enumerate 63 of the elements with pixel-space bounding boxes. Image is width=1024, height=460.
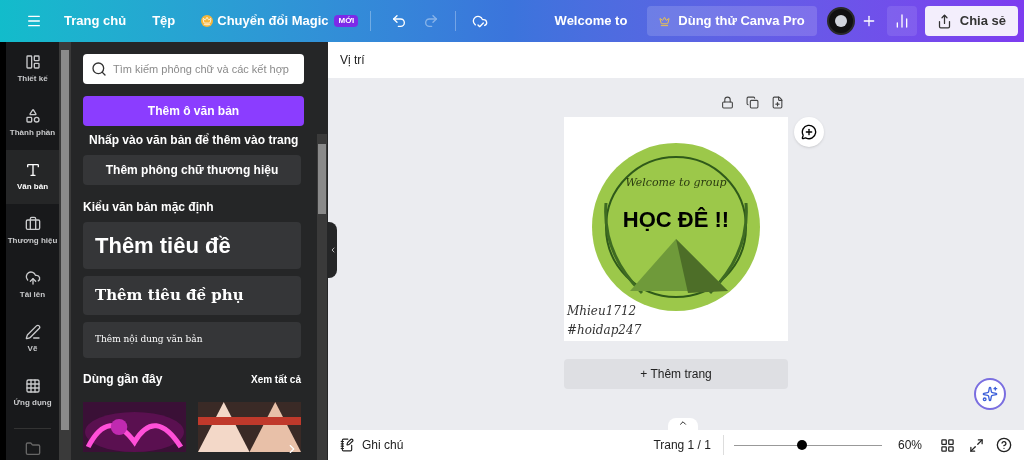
search-field[interactable]: Tìm kiếm phông chữ và các kết hợp — [83, 54, 304, 84]
rail-tab[interactable]: Văn bản — [6, 150, 59, 204]
fullscreen-icon[interactable] — [969, 437, 984, 453]
rail-tab[interactable]: Thiết kế — [6, 42, 59, 96]
instruction-text: Nhấp vào văn bản để thêm vào trang — [89, 132, 300, 149]
crown-icon — [659, 15, 671, 27]
grid-icon — [24, 377, 41, 394]
position-button[interactable]: Vị trí — [340, 51, 365, 69]
section-title: Kiểu văn bản mặc định — [83, 199, 215, 216]
undo-icon[interactable] — [391, 13, 408, 29]
text-style-option[interactable]: Thêm nội dung văn bản — [83, 322, 301, 358]
section-title: Dùng gần đây — [83, 371, 163, 388]
add-page-button[interactable]: + Thêm trang — [564, 359, 788, 389]
add-page-icon[interactable] — [771, 96, 784, 109]
upload-icon — [24, 269, 41, 286]
notes-button[interactable]: Ghi chú — [340, 436, 404, 454]
rail-tab[interactable]: Vẽ — [6, 312, 59, 366]
avatar[interactable] — [826, 7, 855, 35]
rail-tab[interactable]: Thành phần — [6, 96, 59, 150]
crown-icon — [201, 15, 214, 27]
share-button[interactable]: Chia sẻ — [924, 6, 1018, 36]
zoom-reading: 60% — [897, 437, 922, 454]
zoom-slider[interactable] — [733, 439, 882, 451]
credit-text: #hoidap247 — [567, 322, 642, 339]
notes-icon — [340, 438, 354, 452]
brand-font-button[interactable]: Thêm phông chữ thương hiệu — [83, 155, 301, 185]
comment-add-icon — [801, 124, 817, 140]
design-greeting: Welcome to group — [624, 175, 728, 191]
help-icon[interactable] — [996, 437, 1012, 453]
rail-tab[interactable]: Tải lên — [6, 258, 59, 312]
briefcase-icon — [24, 215, 41, 232]
chart-icon[interactable] — [886, 6, 917, 36]
rail-tab[interactable]: Thương hiệu — [6, 204, 59, 258]
new-badge: MỚI — [334, 15, 359, 27]
cloud-check-icon[interactable] — [472, 13, 489, 29]
comment-button[interactable] — [794, 117, 824, 147]
add-text-box-button[interactable]: Thêm ô văn bản — [83, 96, 304, 126]
pen-icon — [24, 323, 41, 340]
zoom-thumb[interactable] — [797, 440, 808, 450]
text-icon — [24, 161, 41, 178]
shapes-icon — [24, 107, 41, 124]
collapse-handle[interactable] — [328, 222, 337, 278]
see-all-link[interactable]: Xem tất cả — [250, 371, 301, 387]
rail-tab[interactable]: Ứng dụng — [6, 366, 59, 420]
folder-icon[interactable] — [24, 441, 41, 457]
text-style-option[interactable]: Thêm tiêu đề phụ — [83, 276, 301, 315]
page-indicator: Trang 1 / 1 — [653, 437, 711, 454]
text-style-option[interactable]: Thêm tiêu đề — [83, 222, 301, 269]
grid-view-icon[interactable] — [940, 437, 955, 453]
search-icon — [91, 61, 107, 77]
scrollbar[interactable] — [59, 42, 71, 460]
design-title: HỌC ĐÊ !! — [621, 206, 731, 234]
pro-trial-button[interactable]: Dùng thử Canva Pro — [647, 6, 817, 36]
panel-scrollbar[interactable] — [317, 134, 327, 460]
document-title[interactable]: Welcome to — [554, 11, 628, 31]
design-page[interactable]: Welcome to group HỌC ĐÊ !! Mhieu1712 #hoidap247 — [564, 117, 788, 341]
sparkle-icon — [982, 386, 998, 402]
share-icon — [936, 13, 952, 29]
credit-text: Mhieu1712 — [567, 303, 638, 320]
magic-assistant-button[interactable] — [974, 378, 1006, 410]
lock-icon[interactable] — [721, 96, 734, 109]
layout-icon — [24, 53, 41, 70]
duplicate-icon[interactable] — [746, 96, 759, 109]
